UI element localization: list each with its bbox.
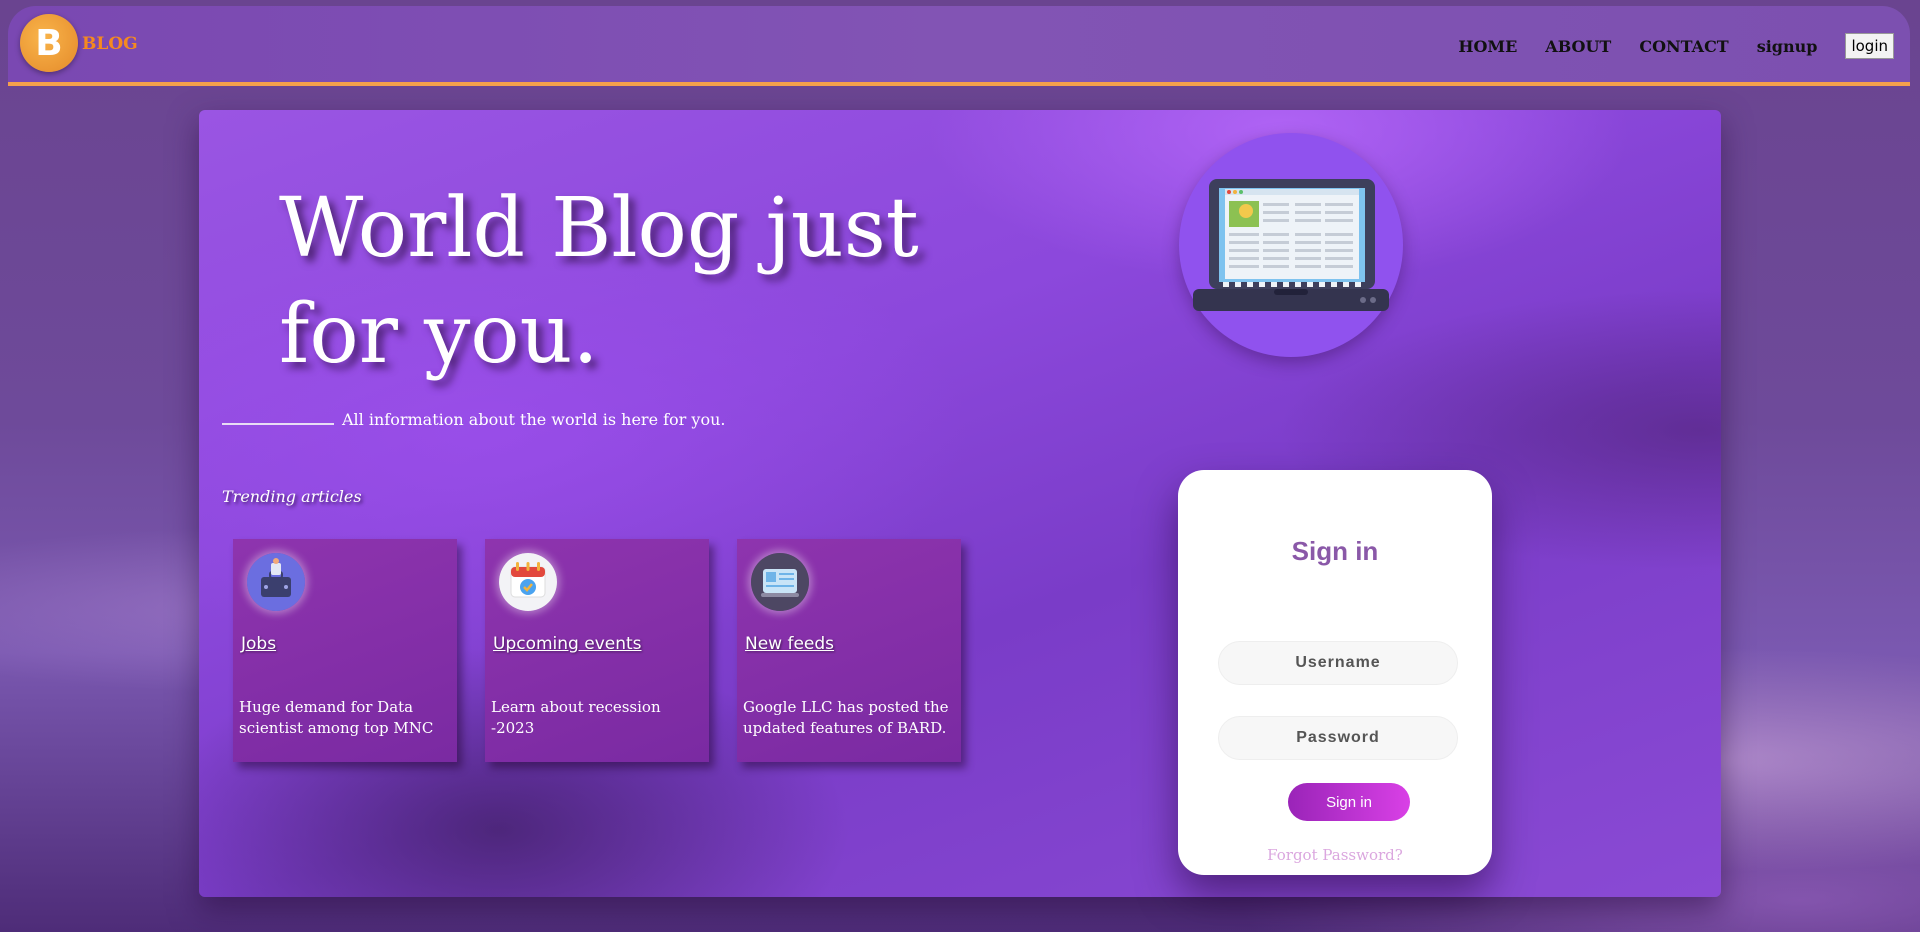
card-text: Google LLC has posted the updated featur…: [743, 698, 949, 737]
signin-card: Sign in Sign in Forgot Password?: [1178, 470, 1492, 875]
nav-about-link[interactable]: ABOUT: [1545, 37, 1611, 56]
card-text: Learn about recession -2023: [491, 698, 661, 737]
briefcase-icon: [247, 553, 305, 611]
nav-signup-link[interactable]: signup: [1757, 37, 1818, 56]
article-card-feeds[interactable]: New feeds Google LLC has posted the upda…: [737, 539, 961, 762]
card-title[interactable]: Upcoming events: [493, 634, 642, 654]
forgot-password-link[interactable]: Forgot Password?: [1178, 846, 1492, 864]
trending-heading: Trending articles: [222, 487, 362, 506]
hero-title: World Blog just for you.: [279, 181, 919, 382]
nav-home-link[interactable]: HOME: [1458, 37, 1517, 56]
calendar-icon: [499, 553, 557, 611]
password-input[interactable]: [1218, 716, 1458, 760]
hero-divider: [222, 423, 334, 425]
login-button[interactable]: login: [1845, 33, 1894, 59]
nav-links: HOME ABOUT CONTACT signup login: [1458, 33, 1894, 59]
card-text: Huge demand for Data scientist among top…: [239, 698, 434, 737]
logo-icon[interactable]: B: [20, 14, 78, 72]
news-icon: [751, 553, 809, 611]
article-card-events[interactable]: Upcoming events Learn about recession -2…: [485, 539, 709, 762]
signin-button[interactable]: Sign in: [1288, 783, 1410, 821]
hero-panel: World Blog just for you. All information…: [199, 110, 1721, 897]
navbar: B BLOG HOME ABOUT CONTACT signup login: [8, 6, 1910, 86]
username-input[interactable]: [1218, 641, 1458, 685]
card-title[interactable]: Jobs: [241, 634, 276, 654]
article-card-jobs[interactable]: Jobs Huge demand for Data scientist amon…: [233, 539, 457, 762]
card-title[interactable]: New feeds: [745, 634, 834, 654]
brand-name[interactable]: BLOG: [82, 34, 138, 54]
signin-title: Sign in: [1291, 536, 1379, 566]
hero-subtitle: All information about the world is here …: [342, 410, 726, 429]
laptop-illustration: [1179, 133, 1403, 357]
nav-contact-link[interactable]: CONTACT: [1639, 37, 1728, 56]
laptop-icon: [1193, 179, 1389, 311]
